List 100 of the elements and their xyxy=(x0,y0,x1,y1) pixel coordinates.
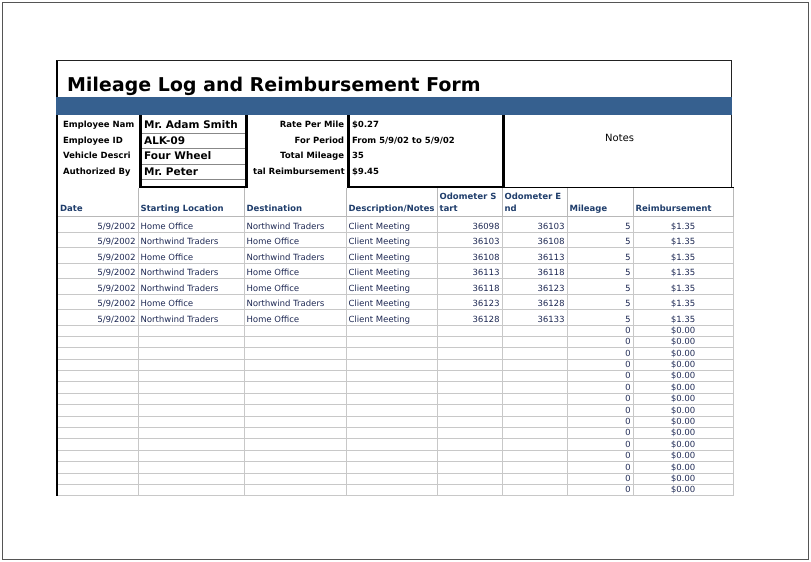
mileage-cell: 0 xyxy=(567,416,633,428)
field-label: For Period xyxy=(294,134,345,148)
amount-cell: $0.00 xyxy=(633,359,733,371)
amount-cell: $1.35 xyxy=(633,263,733,278)
location-cell: Home Office xyxy=(244,263,346,278)
location-cell: Home Office xyxy=(138,294,244,310)
mileage-cell: 0 xyxy=(567,404,633,416)
description-cell: Client Meeting xyxy=(346,294,437,310)
location-cell: Home Office xyxy=(138,216,244,232)
field-label: tal Reimbursement xyxy=(252,166,346,178)
mileage-cell: 5 xyxy=(567,278,633,294)
amount-cell: $0.00 xyxy=(633,473,733,484)
odometer-cell: 36113 xyxy=(502,248,567,263)
field-value: Mr. Adam Smith xyxy=(142,118,245,134)
location-cell: Northwind Traders xyxy=(138,232,244,248)
description-cell: Client Meeting xyxy=(346,310,437,325)
column-header: Starting Location xyxy=(138,188,244,216)
location-cell: Home Office xyxy=(138,248,244,263)
amount-cell: $1.35 xyxy=(633,278,733,294)
field-label: Vehicle Descri xyxy=(62,150,132,163)
amount-cell: $0.00 xyxy=(633,484,733,496)
field-label: Total Mileage xyxy=(279,150,345,163)
location-cell: Northwind Traders xyxy=(138,278,244,294)
description-cell: Client Meeting xyxy=(346,232,437,248)
location-cell: Northwind Traders xyxy=(138,310,244,325)
field-value: ALK-09 xyxy=(142,134,245,149)
odometer-cell: 36113 xyxy=(437,263,502,278)
field-label: Employee ID xyxy=(62,134,124,148)
mileage-cell: 0 xyxy=(567,473,633,484)
odometer-cell: 36118 xyxy=(502,263,567,278)
odometer-cell: 36108 xyxy=(437,248,502,263)
amount-cell: $0.00 xyxy=(633,428,733,439)
odometer-cell: 36103 xyxy=(437,232,502,248)
amount-cell: $0.00 xyxy=(633,450,733,462)
location-cell: Home Office xyxy=(244,232,346,248)
column-header: Odometer Start xyxy=(437,188,502,216)
mileage-cell: 0 xyxy=(567,462,633,474)
amount-cell: $0.00 xyxy=(633,416,733,428)
description-cell: Client Meeting xyxy=(346,263,437,278)
date-cell: 5/9/2002 xyxy=(57,310,138,325)
odometer-cell: 36123 xyxy=(502,278,567,294)
mileage-cell: 0 xyxy=(567,450,633,462)
amount-cell: $0.00 xyxy=(633,325,733,336)
amount-cell: $0.00 xyxy=(633,382,733,394)
amount-cell: $1.35 xyxy=(633,294,733,310)
amount-cell: $1.35 xyxy=(633,216,733,232)
notes-label: Notes xyxy=(605,133,634,146)
mileage-cell: 5 xyxy=(567,294,633,310)
column-header: Odometer End xyxy=(502,188,567,216)
odometer-cell: 36123 xyxy=(437,294,502,310)
date-cell: 5/9/2002 xyxy=(57,278,138,294)
field-label: Rate Per Mile xyxy=(278,119,345,132)
location-cell: Northwind Traders xyxy=(244,294,346,310)
date-cell: 5/9/2002 xyxy=(57,294,138,310)
field-value: From 5/9/02 to 5/9/02 xyxy=(351,134,456,148)
mileage-cell: 0 xyxy=(567,359,633,371)
location-cell: Home Office xyxy=(244,310,346,325)
mileage-cell: 0 xyxy=(567,428,633,439)
odometer-cell: 36103 xyxy=(502,216,567,232)
location-cell: Northwind Traders xyxy=(244,216,346,232)
mileage-cell: 0 xyxy=(567,370,633,382)
date-cell: 5/9/2002 xyxy=(57,263,138,278)
odometer-cell: 36108 xyxy=(502,232,567,248)
amount-cell: $0.00 xyxy=(633,348,733,360)
description-cell: Client Meeting xyxy=(346,248,437,263)
mileage-cell: 0 xyxy=(567,438,633,450)
mileage-cell: 5 xyxy=(567,263,633,278)
description-cell: Client Meeting xyxy=(346,278,437,294)
amount-cell: $0.00 xyxy=(633,393,733,405)
mileage-cell: 5 xyxy=(567,310,633,325)
column-header: Description/Notes xyxy=(346,188,437,216)
amount-cell: $0.00 xyxy=(633,370,733,382)
mileage-cell: 5 xyxy=(567,216,633,232)
odometer-cell: 36133 xyxy=(502,310,567,325)
field-value: Four Wheel xyxy=(142,149,245,164)
field-value: 35 xyxy=(351,150,365,163)
field-label: Authorized By xyxy=(62,166,132,178)
amount-cell: $0.00 xyxy=(633,462,733,474)
mileage-cell: 0 xyxy=(567,336,633,348)
odometer-cell: 36118 xyxy=(437,278,502,294)
field-value: Mr. Peter xyxy=(142,164,245,180)
location-cell: Northwind Traders xyxy=(244,248,346,263)
mileage-cell: 0 xyxy=(567,393,633,405)
odometer-cell: 36098 xyxy=(437,216,502,232)
field-value: $9.45 xyxy=(351,166,380,178)
amount-cell: $1.35 xyxy=(633,232,733,248)
column-header: Mileage xyxy=(567,188,633,216)
mileage-cell: 5 xyxy=(567,232,633,248)
column-header: Destination xyxy=(244,188,346,216)
date-cell: 5/9/2002 xyxy=(57,248,138,263)
amount-cell: $0.00 xyxy=(633,438,733,450)
mileage-cell: 0 xyxy=(567,348,633,360)
column-header: Date xyxy=(57,188,138,216)
date-cell: 5/9/2002 xyxy=(57,216,138,232)
amount-cell: $0.00 xyxy=(633,336,733,348)
location-cell: Northwind Traders xyxy=(138,263,244,278)
description-cell: Client Meeting xyxy=(346,216,437,232)
amount-cell: $0.00 xyxy=(633,404,733,416)
odometer-cell: 36128 xyxy=(437,310,502,325)
field-label: Employee Nam xyxy=(62,119,136,132)
